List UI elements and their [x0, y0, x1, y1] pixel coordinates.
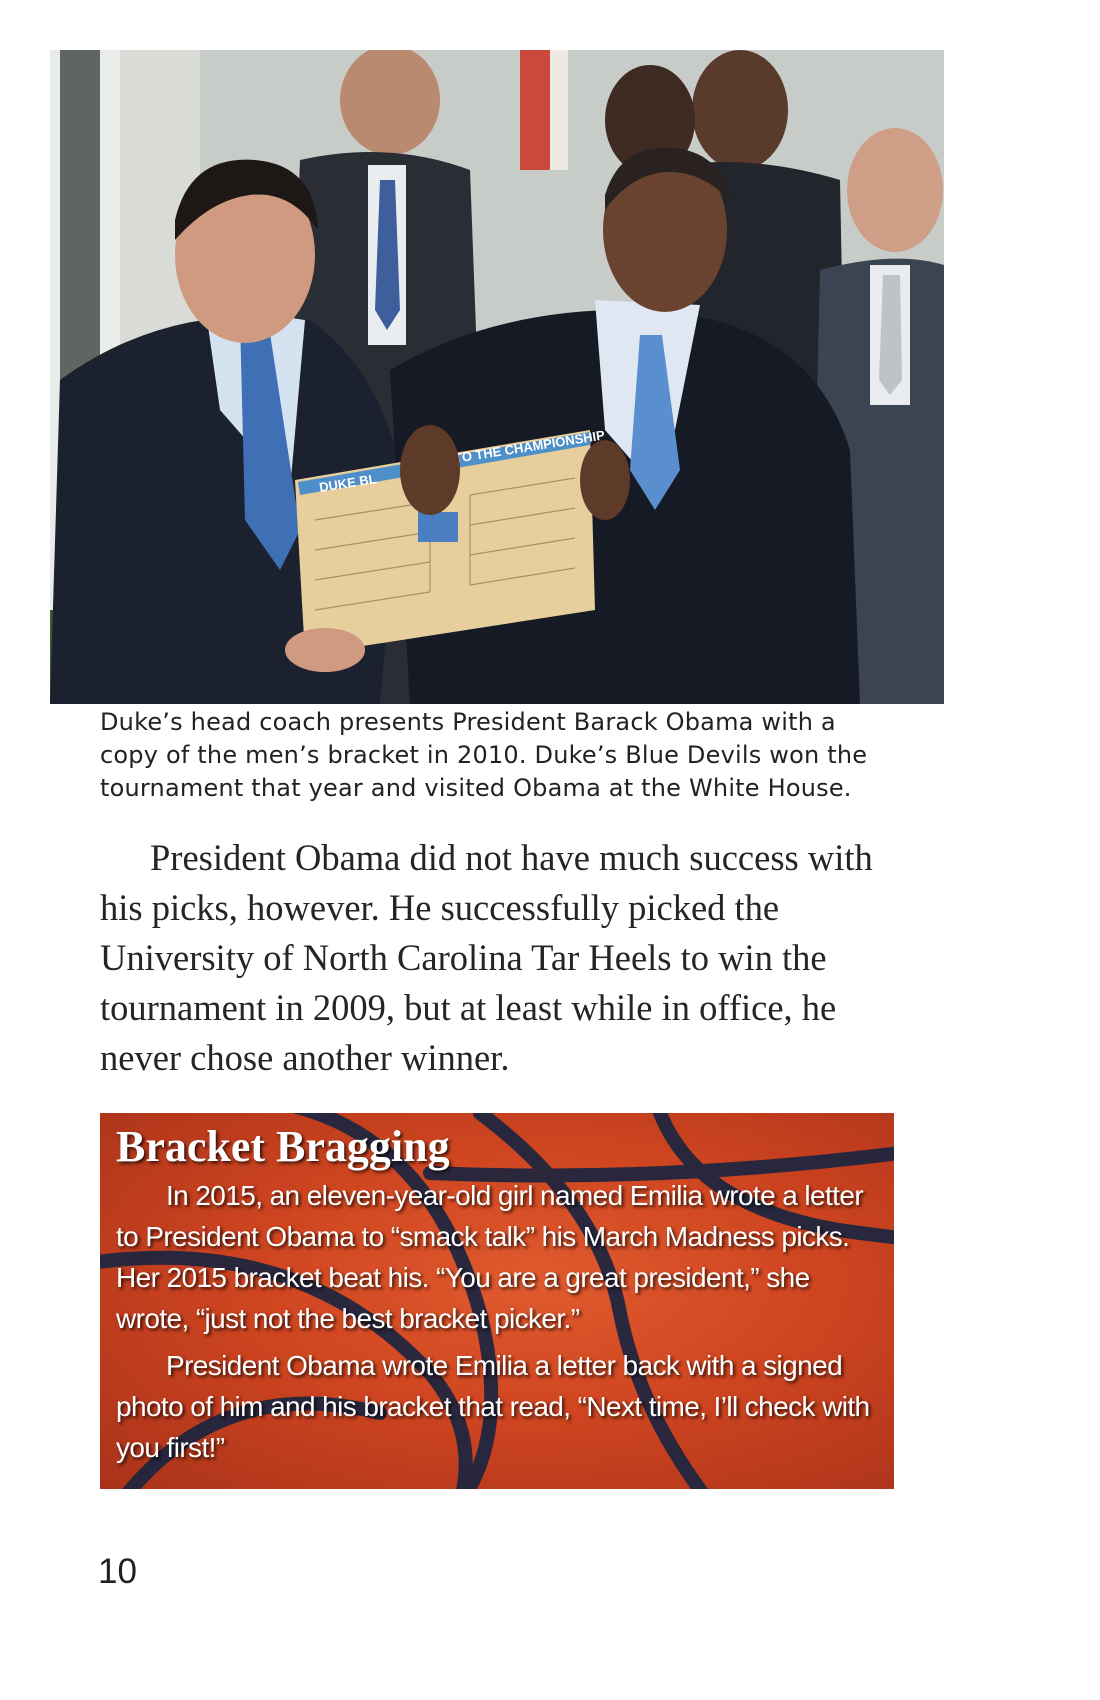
sidebar-paragraph-1: In 2015, an eleven-year-old girl named E…	[116, 1180, 864, 1334]
body-paragraph: President Obama did not have much succes…	[100, 837, 873, 1078]
sidebar-title: Bracket Bragging	[116, 1122, 450, 1171]
sidebar-paragraph-2: President Obama wrote Emilia a letter ba…	[116, 1350, 870, 1463]
sidebar-bracket-bragging: Bracket Bragging In 2015, an eleven-year…	[100, 1113, 894, 1489]
photo: DUKE BL TO THE CHAMPIONSHIP	[50, 50, 944, 704]
photo-illustration: DUKE BL TO THE CHAMPIONSHIP	[50, 50, 944, 704]
page-number: 10	[98, 1552, 137, 1591]
photo-caption: Duke’s head coach presents President Bar…	[100, 708, 868, 802]
